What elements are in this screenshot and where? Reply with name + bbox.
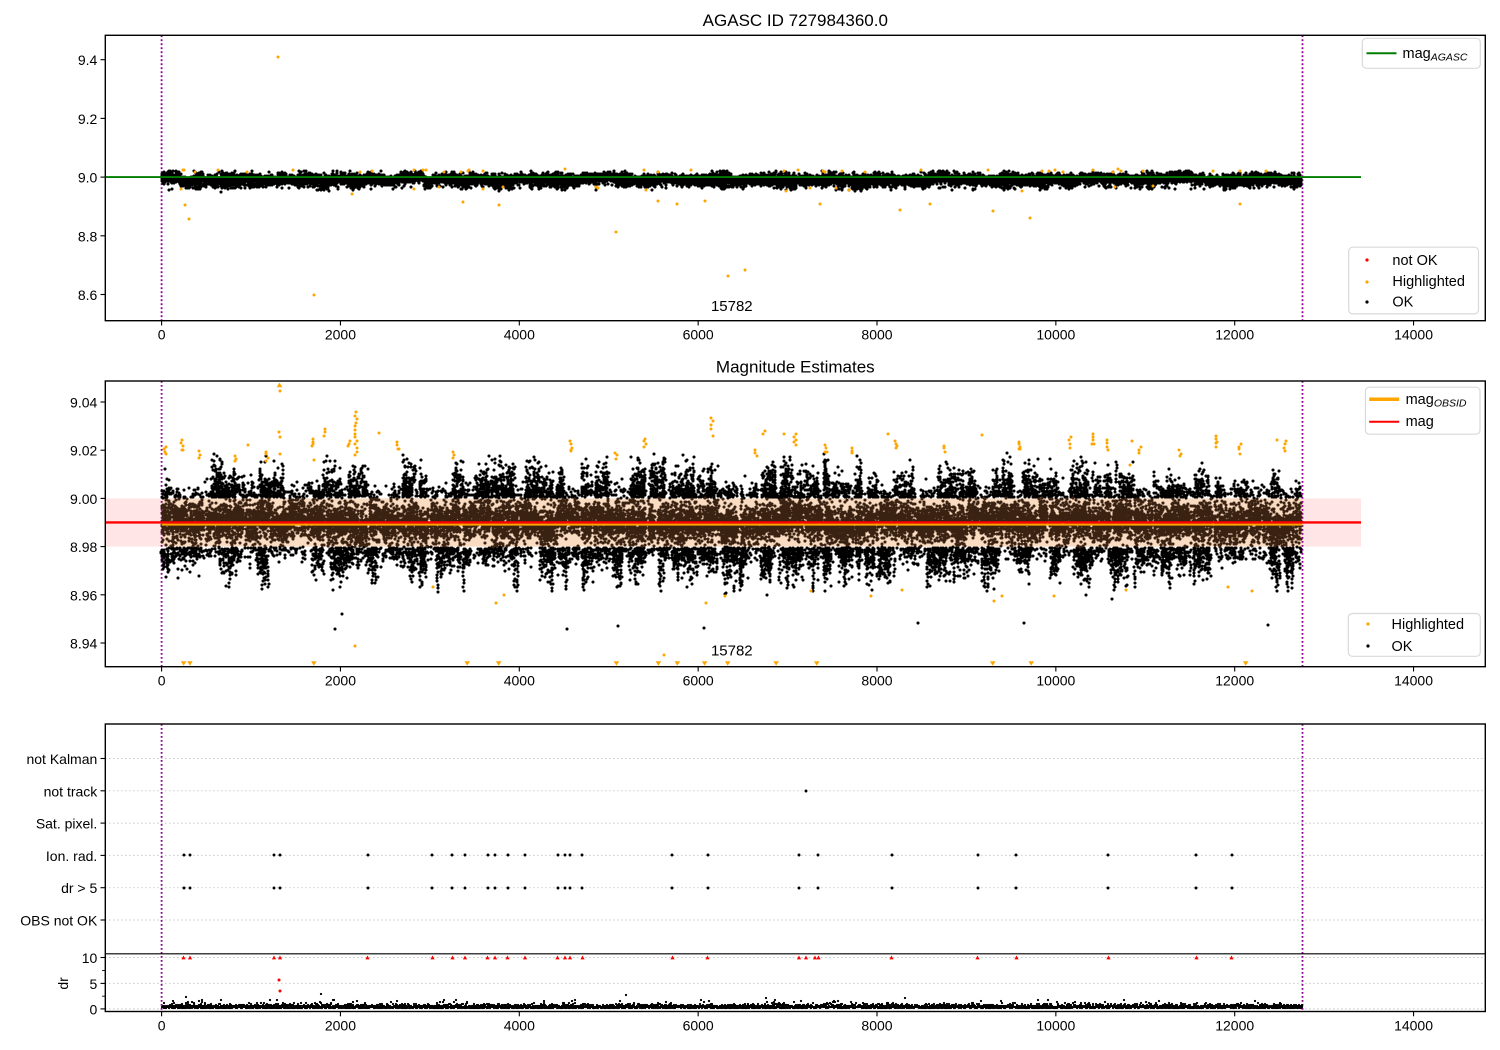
svg-text:8000: 8000 (861, 673, 892, 689)
svg-text:AGASC ID 727984360.0: AGASC ID 727984360.0 (703, 11, 888, 30)
svg-text:8.96: 8.96 (70, 587, 97, 603)
svg-text:mag: mag (1406, 414, 1434, 430)
svg-text:8.98: 8.98 (70, 539, 97, 555)
svg-text:dr > 5: dr > 5 (61, 880, 97, 896)
svg-text:Sat. pixel.: Sat. pixel. (36, 816, 97, 832)
svg-text:9.2: 9.2 (78, 111, 98, 127)
svg-text:14000: 14000 (1394, 673, 1433, 689)
svg-text:10000: 10000 (1036, 327, 1075, 343)
svg-text:2000: 2000 (325, 327, 356, 343)
svg-text:10: 10 (82, 950, 98, 966)
svg-text:10000: 10000 (1036, 1018, 1075, 1034)
svg-text:OBS not OK: OBS not OK (20, 913, 98, 929)
svg-text:9.00: 9.00 (70, 491, 97, 507)
svg-text:6000: 6000 (683, 327, 714, 343)
svg-text:9.04: 9.04 (70, 395, 97, 411)
svg-text:0: 0 (158, 327, 166, 343)
svg-text:14000: 14000 (1394, 327, 1433, 343)
svg-text:OK: OK (1392, 639, 1413, 655)
svg-text:2000: 2000 (325, 673, 356, 689)
svg-text:14000: 14000 (1394, 1018, 1433, 1034)
svg-text:Highlighted: Highlighted (1392, 274, 1465, 290)
svg-text:9.4: 9.4 (78, 52, 98, 68)
svg-text:Magnitude Estimates: Magnitude Estimates (716, 358, 875, 377)
svg-text:12000: 12000 (1215, 327, 1254, 343)
svg-text:2000: 2000 (325, 1018, 356, 1034)
svg-text:8000: 8000 (861, 327, 892, 343)
svg-text:6000: 6000 (683, 673, 714, 689)
svg-text:5: 5 (90, 976, 98, 992)
svg-text:12000: 12000 (1215, 1018, 1254, 1034)
svg-text:15782: 15782 (711, 643, 753, 660)
svg-text:4000: 4000 (504, 673, 535, 689)
svg-text:Ion. rad.: Ion. rad. (46, 848, 97, 864)
svg-text:9.0: 9.0 (78, 170, 98, 186)
svg-text:OK: OK (1392, 295, 1413, 311)
svg-text:0: 0 (90, 1001, 98, 1017)
svg-text:not track: not track (44, 783, 99, 799)
svg-text:0: 0 (158, 673, 166, 689)
svg-text:15782: 15782 (711, 298, 753, 315)
svg-text:8.94: 8.94 (70, 636, 97, 652)
svg-text:8.8: 8.8 (78, 228, 98, 244)
svg-text:not OK: not OK (1392, 253, 1437, 269)
svg-text:4000: 4000 (504, 327, 535, 343)
svg-text:not Kalman: not Kalman (26, 751, 97, 767)
svg-text:6000: 6000 (683, 1018, 714, 1034)
svg-text:10000: 10000 (1036, 673, 1075, 689)
svg-text:12000: 12000 (1215, 673, 1254, 689)
svg-text:9.02: 9.02 (70, 443, 97, 459)
svg-text:Highlighted: Highlighted (1392, 617, 1465, 633)
svg-text:8.6: 8.6 (78, 287, 98, 303)
svg-text:8000: 8000 (861, 1018, 892, 1034)
svg-text:4000: 4000 (504, 1018, 535, 1034)
svg-text:0: 0 (158, 1018, 166, 1034)
svg-text:dr: dr (55, 977, 71, 990)
